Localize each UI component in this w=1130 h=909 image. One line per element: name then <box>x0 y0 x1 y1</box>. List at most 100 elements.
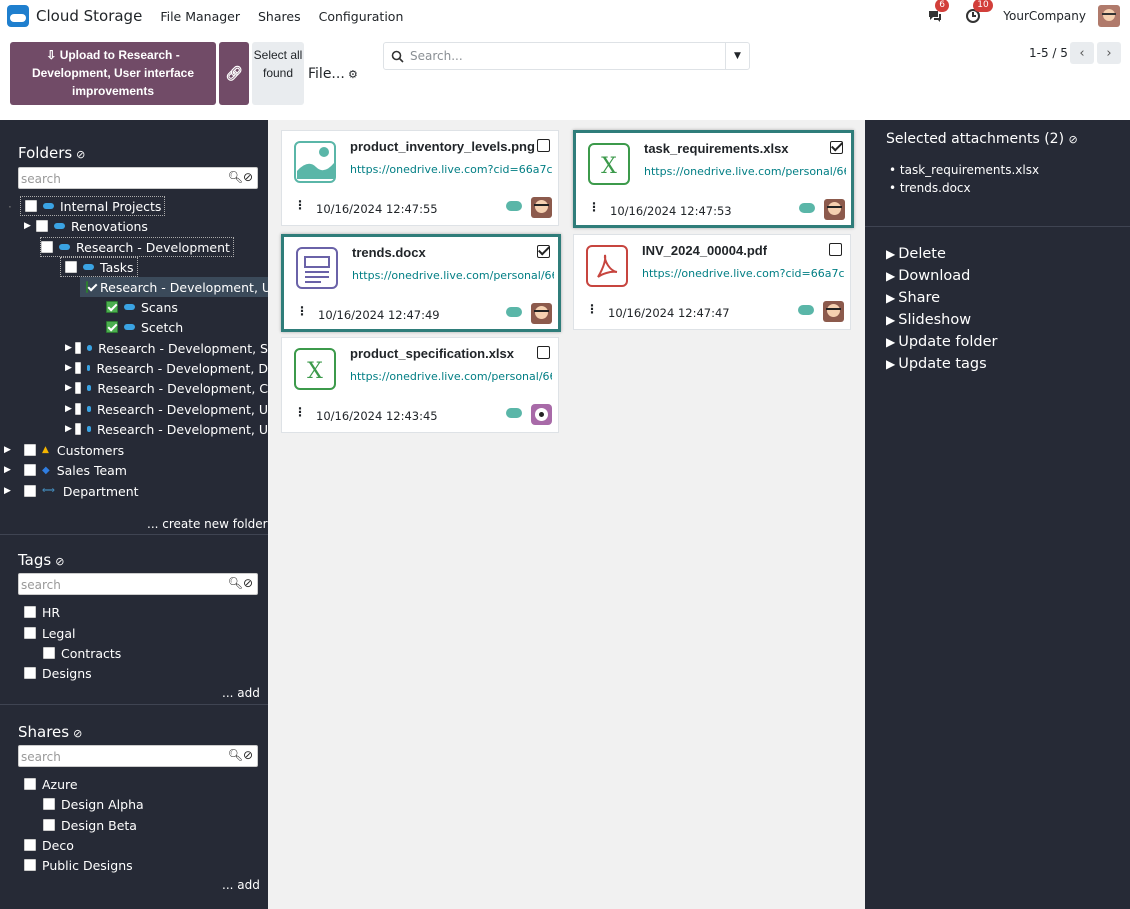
attachment-card-selected[interactable]: trends.docx https://onedrive.live.com/pe… <box>281 234 561 332</box>
card-checkbox[interactable] <box>830 141 843 154</box>
action-update-tags[interactable]: ▶ Update tags <box>886 353 997 375</box>
create-folder-link[interactable]: ... create new folder <box>147 517 268 531</box>
share-public-designs[interactable]: Public Designs <box>24 855 133 875</box>
tag-checkbox[interactable] <box>24 667 36 679</box>
menu-configuration[interactable]: Configuration <box>319 9 404 24</box>
dropdown-menu-icon[interactable]: ⋮ <box>294 199 306 211</box>
gear-icon[interactable]: ⚙ <box>348 68 358 81</box>
expand-arrow-icon[interactable]: ▶ <box>65 383 72 393</box>
share-deco[interactable]: Deco <box>24 835 74 855</box>
folder-checkbox[interactable] <box>65 261 77 273</box>
expand-arrow-icon[interactable]: ▶ <box>4 445 16 455</box>
card-checkbox[interactable] <box>537 245 550 258</box>
folders-search-input[interactable]: search 🔍︎⊘ <box>18 167 258 189</box>
expand-arrow-icon[interactable]: ▶ <box>4 465 16 475</box>
folder-checkbox[interactable] <box>106 321 118 333</box>
search-clear-icons[interactable]: 🔍︎⊘ <box>228 748 253 762</box>
file-url[interactable]: https://onedrive.live.com/personal/66a <box>644 165 846 178</box>
folder-tasks[interactable]: Tasks <box>60 257 138 277</box>
cloud-logo-icon[interactable] <box>7 5 29 27</box>
tags-search-input[interactable]: search 🔍︎⊘ <box>18 573 258 595</box>
folder-checkbox[interactable] <box>74 423 81 435</box>
action-slideshow[interactable]: ▶ Slideshow <box>886 309 997 331</box>
action-update-folder[interactable]: ▶ Update folder <box>886 331 997 353</box>
tag-hr[interactable]: HR <box>24 602 60 622</box>
folder-renovations[interactable]: ▶ Renovations <box>24 216 148 236</box>
file-name[interactable]: product_specification.xlsx <box>350 346 514 361</box>
shares-search-input[interactable]: search 🔍︎⊘ <box>18 745 258 767</box>
attachment-card-selected[interactable]: X task_requirements.xlsx https://onedriv… <box>573 130 854 228</box>
tag-legal[interactable]: Legal <box>24 623 76 643</box>
menu-shares[interactable]: Shares <box>258 9 301 24</box>
clear-filter-icon[interactable]: ⊘ <box>73 727 82 740</box>
folder-research-development-s[interactable]: ▶ Research - Development, S <box>65 338 268 358</box>
dropdown-menu-icon[interactable]: ⋮ <box>294 406 306 418</box>
folder-department[interactable]: ▶ ⟺ Department <box>4 481 139 501</box>
share-checkbox[interactable] <box>24 839 36 851</box>
file-name[interactable]: task_requirements.xlsx <box>644 141 789 156</box>
tag-contracts[interactable]: Contracts <box>43 643 121 663</box>
folder-research-development-u-active[interactable]: Research - Development, U <box>80 277 268 297</box>
attachment-card[interactable]: INV_2024_00004.pdf https://onedrive.live… <box>573 234 851 330</box>
share-checkbox[interactable] <box>43 819 55 831</box>
share-checkbox[interactable] <box>24 778 36 790</box>
tag-checkbox[interactable] <box>24 627 36 639</box>
share-design-beta[interactable]: Design Beta <box>43 815 137 835</box>
dropdown-menu-icon[interactable]: ⋮ <box>586 303 598 315</box>
messages-button[interactable]: 6 <box>927 0 950 24</box>
expand-arrow-icon[interactable]: ▶ <box>65 363 72 373</box>
folder-research-development-u2[interactable]: ▶ Research - Development, U <box>65 399 268 419</box>
tags-add-link[interactable]: ... add <box>222 686 260 700</box>
card-checkbox[interactable] <box>829 243 842 256</box>
share-checkbox[interactable] <box>43 798 55 810</box>
folder-checkbox[interactable] <box>36 220 48 232</box>
file-url[interactable]: https://onedrive.live.com/personal/66a <box>352 269 554 282</box>
file-name[interactable]: trends.docx <box>352 245 426 260</box>
action-download[interactable]: ▶ Download <box>886 265 997 287</box>
shares-add-link[interactable]: ... add <box>222 878 260 892</box>
file-name[interactable]: product_inventory_levels.png <box>350 139 535 154</box>
expand-arrow-icon[interactable]: ▶ <box>24 221 36 231</box>
dropdown-menu-icon[interactable]: ⋮ <box>296 305 308 317</box>
card-checkbox[interactable] <box>537 346 550 359</box>
select-all-button[interactable]: Select all found <box>252 42 304 105</box>
folder-checkbox[interactable] <box>41 241 53 253</box>
folder-checkbox[interactable] <box>106 301 118 313</box>
folder-checkbox[interactable] <box>24 444 36 456</box>
expand-arrow-icon[interactable]: ▶ <box>65 343 72 353</box>
folder-checkbox[interactable] <box>24 464 36 476</box>
pager-next[interactable]: › <box>1097 42 1121 64</box>
folder-checkbox[interactable] <box>25 200 37 212</box>
tag-checkbox[interactable] <box>24 606 36 618</box>
clear-selection-icon[interactable]: ⊘ <box>1069 133 1078 146</box>
expand-arrow-icon[interactable]: ▶ <box>65 424 72 434</box>
pager-value[interactable]: 1-5 / 5 <box>1029 46 1068 60</box>
folder-checkbox[interactable] <box>74 382 81 394</box>
share-azure[interactable]: Azure <box>24 774 78 794</box>
folder-research-development[interactable]: Research - Development <box>40 237 234 257</box>
activities-button[interactable]: 10 <box>965 0 993 24</box>
folder-research-development-c[interactable]: ▶ Research - Development, C <box>65 378 268 398</box>
attachment-card[interactable]: X product_specification.xlsx https://one… <box>281 337 559 433</box>
expand-arrow-icon[interactable]: ▶ <box>65 404 72 414</box>
folder-scetch[interactable]: Scetch <box>106 317 183 337</box>
app-name[interactable]: Cloud Storage <box>36 7 142 25</box>
file-url[interactable]: https://onedrive.live.com?cid=66a7c6a7 <box>350 163 552 176</box>
folder-research-development-d[interactable]: ▶ Research - Development, D <box>65 358 268 378</box>
tag-designs[interactable]: Designs <box>24 663 92 683</box>
pager-previous[interactable]: ‹ <box>1070 42 1094 64</box>
folder-checkbox[interactable] <box>86 281 88 293</box>
share-design-alpha[interactable]: Design Alpha <box>43 794 144 814</box>
tag-checkbox[interactable] <box>43 647 55 659</box>
attachment-card[interactable]: product_inventory_levels.png https://one… <box>281 130 559 226</box>
folder-checkbox[interactable] <box>24 485 36 497</box>
file-name[interactable]: INV_2024_00004.pdf <box>642 243 767 258</box>
folder-research-development-u3[interactable]: ▶ Research - Development, U <box>65 419 268 439</box>
search-clear-icons[interactable]: 🔍︎⊘ <box>228 576 253 590</box>
link-button[interactable]: 🔗︎ <box>219 42 249 105</box>
action-share[interactable]: ▶ Share <box>886 287 997 309</box>
user-avatar[interactable] <box>1098 5 1120 27</box>
file-label[interactable]: File... <box>308 66 345 82</box>
search-options-toggle[interactable]: ▼ <box>725 43 749 69</box>
action-delete[interactable]: ▶ Delete <box>886 243 997 265</box>
